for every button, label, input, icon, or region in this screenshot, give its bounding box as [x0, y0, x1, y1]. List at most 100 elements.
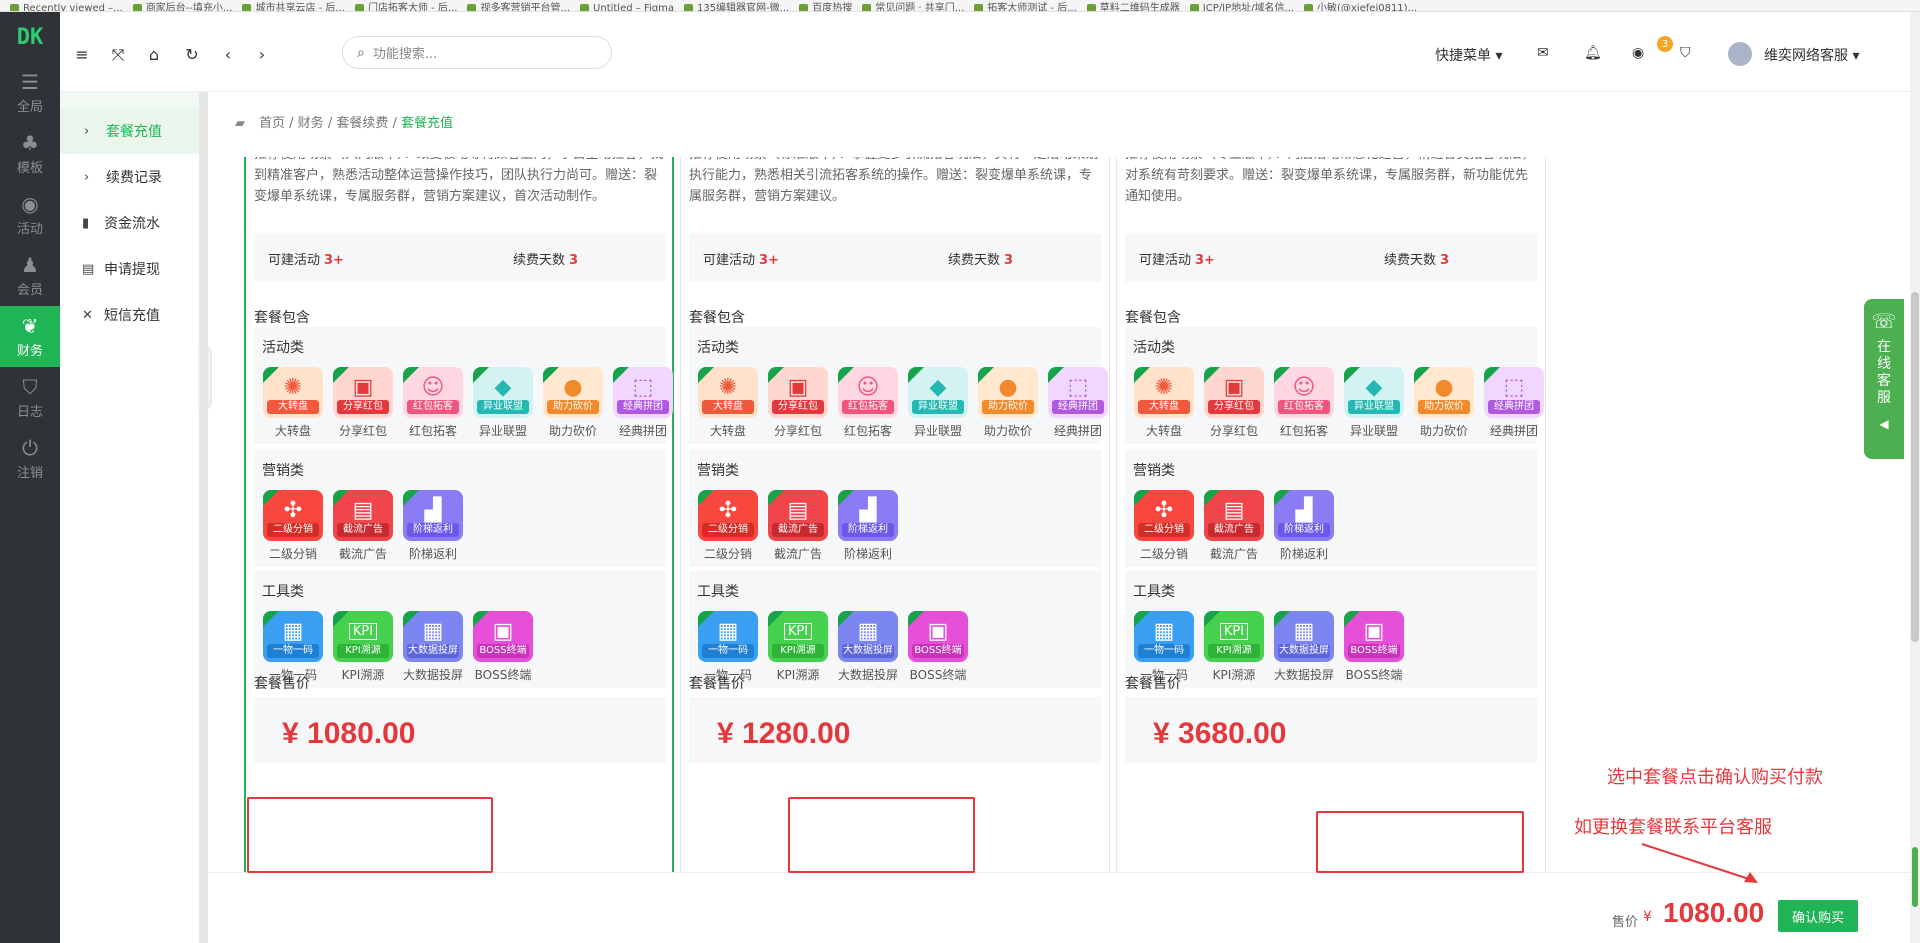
feature-分享红包[interactable]: ▣ 分享红包 分享红包	[332, 367, 394, 439]
nav-member[interactable]: ♟ 会员	[0, 245, 60, 306]
avatar[interactable]	[1728, 42, 1752, 66]
bell-icon[interactable]: 🔔︎	[1584, 45, 1602, 61]
feature-异业联盟[interactable]: ◆ 异业联盟 异业联盟	[472, 367, 534, 439]
feature-KPI溯源[interactable]: KPI KPI溯源 KPI溯源	[1203, 611, 1265, 683]
forward-icon[interactable]: ›	[252, 45, 272, 64]
feature-截流广告[interactable]: ▤ 截流广告 截流广告	[767, 490, 829, 562]
price-label: 售价	[1612, 915, 1639, 930]
nav-activity[interactable]: ◉ 活动	[0, 184, 60, 245]
fullscreen-icon[interactable]: ⤧	[108, 45, 128, 65]
feature-异业联盟[interactable]: ◆ 异业联盟 异业联盟	[907, 367, 969, 439]
feature-大转盘[interactable]: ✺ 大转盘 大转盘	[697, 367, 759, 439]
feature-分享红包[interactable]: ▣ 分享红包 分享红包	[1203, 367, 1265, 439]
nav-finance[interactable]: ❦ 财务	[0, 306, 60, 367]
submenu-fund-flow[interactable]: ▮ 资金流水	[60, 200, 199, 246]
feature-BOSS终端[interactable]: ▣ BOSS终端 BOSS终端	[1343, 611, 1405, 683]
feature-阶梯返利[interactable]: ▟ 阶梯返利 阶梯返利	[402, 490, 464, 562]
feature-红包拓客[interactable]: ☺ 红包拓客 红包拓客	[1273, 367, 1335, 439]
bookmark-item[interactable]: 小敏(@xiefei0811)...	[1304, 4, 1417, 11]
bookmark-label: Recently viewed –...	[23, 3, 123, 12]
breadcrumb-renew[interactable]: 套餐续费	[336, 116, 388, 131]
feature-大数据投屏[interactable]: ▦ 大数据投屏 大数据投屏	[837, 611, 899, 683]
withdraw-request-icon: ▤	[82, 261, 95, 277]
nav-log[interactable]: ⛉ 日志	[0, 367, 60, 428]
feature-BOSS终端[interactable]: ▣ BOSS终端 BOSS终端	[472, 611, 534, 683]
plan-card[interactable]: 推荐使用场景（标准版本）：掌握更多引流拓客玩法，具有一定活动策划执行能力，熟悉相…	[680, 157, 1110, 872]
menu-toggle-icon[interactable]: ≡	[72, 45, 92, 64]
bookmark-item[interactable]: 草料二维码生成器	[1086, 4, 1180, 11]
bookmark-item[interactable]: 135编辑器官网-微...	[683, 4, 789, 11]
corner-badge	[263, 490, 279, 506]
feature-阶梯返利[interactable]: ▟ 阶梯返利 阶梯返利	[1273, 490, 1335, 562]
feature-经典拼团[interactable]: ⬚ 经典拼团 经典拼团	[612, 367, 674, 439]
feature-大转盘[interactable]: ✺ 大转盘 大转盘	[262, 367, 324, 439]
submenu-sms-recharge[interactable]: ✕ 短信充值	[60, 292, 199, 338]
quick-menu-dropdown[interactable]: 快捷菜单 ▾	[1435, 45, 1502, 65]
plan-card[interactable]: 推荐使用场景（专业版本）：门店活动常态化运营，精通各类拓客玩法，对系统有苛刻要求…	[1116, 157, 1546, 872]
feature-BOSS终端[interactable]: ▣ BOSS终端 BOSS终端	[907, 611, 969, 683]
shield-check-icon[interactable]: ⛉	[1680, 45, 1691, 61]
function-search-input[interactable]: ⌕ 功能搜索...	[342, 36, 612, 69]
feature-分享红包[interactable]: ▣ 分享红包 分享红包	[767, 367, 829, 439]
nav-logout[interactable]: ⏻ 注销	[0, 428, 60, 489]
feature-icon: ✣	[718, 498, 738, 523]
confirm-purchase-button[interactable]: 确认购买	[1778, 900, 1858, 932]
feature-截流广告[interactable]: ▤ 截流广告 截流广告	[332, 490, 394, 562]
user-menu-dropdown[interactable]: 维奕网络客服 ▾	[1764, 45, 1859, 65]
submenu-renewal-records[interactable]: › 续费记录	[60, 154, 199, 200]
feature-截流广告[interactable]: ▤ 截流广告 截流广告	[1203, 490, 1265, 562]
bookmark-item[interactable]: 拓客大师测试 - 后...	[974, 4, 1077, 11]
back-icon[interactable]: ‹	[218, 45, 238, 64]
feature-大转盘[interactable]: ✺ 大转盘 大转盘	[1133, 367, 1195, 439]
mail-icon[interactable]: ✉	[1537, 45, 1549, 61]
feature-二级分销[interactable]: ✣ 二级分销 二级分销	[1133, 490, 1195, 562]
fund-flow-icon: ▮	[82, 215, 90, 231]
category-icons: ✺ 大转盘 大转盘 ▣ 分享红包 分享红包 ☺ 红包拓客 红包拓客 ◆ 异业联盟 异业联盟 ● 助力砍价助…	[697, 367, 1117, 439]
feature-icon: ▦	[857, 619, 879, 644]
breadcrumb-home[interactable]: 首页	[259, 116, 285, 131]
user-circle-icon[interactable]: ◉	[1632, 45, 1644, 61]
bookmark-item[interactable]: 门店拓客大师 - 后...	[354, 4, 457, 11]
feature-strip: 助力砍价	[547, 400, 599, 414]
feature-经典拼团[interactable]: ⬚ 经典拼团 经典拼团	[1483, 367, 1545, 439]
feature-二级分销[interactable]: ✣ 二级分销 二级分销	[262, 490, 324, 562]
refresh-icon[interactable]: ↻	[182, 45, 202, 64]
feature-大数据投屏[interactable]: ▦ 大数据投屏 大数据投屏	[402, 611, 464, 683]
feature-阶梯返利[interactable]: ▟ 阶梯返利 阶梯返利	[837, 490, 899, 562]
notification-badge: 3	[1657, 36, 1673, 52]
nav-template[interactable]: ♣ 模板	[0, 123, 60, 184]
price-title: 套餐售价	[689, 676, 745, 692]
feature-异业联盟[interactable]: ◆ 异业联盟 异业联盟	[1343, 367, 1405, 439]
bookmark-favicon-icon	[580, 4, 590, 11]
feature-strip: BOSS终端	[477, 644, 529, 658]
bookmark-item[interactable]: 常见问题 · 共享门...	[862, 4, 964, 11]
bookmark-item[interactable]: 百度热搜	[799, 4, 852, 11]
feature-红包拓客[interactable]: ☺ 红包拓客 红包拓客	[837, 367, 899, 439]
bookmark-item[interactable]: Recently viewed –...	[10, 3, 123, 12]
feature-助力砍价[interactable]: ● 助力砍价 助力砍价	[542, 367, 604, 439]
home-icon[interactable]: ⌂	[144, 45, 164, 64]
breadcrumb-finance[interactable]: 财务	[298, 116, 324, 131]
submenu-withdraw-request[interactable]: ▤ 申请提现	[60, 246, 199, 292]
bookmark-item[interactable]: ICP/IP地址/域名信...	[1189, 4, 1294, 11]
bookmark-item[interactable]: 视多客营销平台管...	[467, 4, 570, 11]
bookmark-item[interactable]: Untitled – Figma	[580, 4, 674, 11]
plan-card[interactable]: 推荐使用场景（入门版本）：改变被动等待顾客上门，学会主动拉客，找到精准客户，熟悉…	[244, 157, 674, 872]
bookmark-item[interactable]: 商家后台--填充小...	[132, 4, 232, 11]
online-service-tab[interactable]: ☏ 在线客服 ◀	[1864, 299, 1904, 459]
feature-二级分销[interactable]: ✣ 二级分销 二级分销	[697, 490, 759, 562]
finance-submenu: ⇥账户充值⚑套餐续费⌃›套餐充值›续费记录▮资金流水▤申请提现✕短信充值	[60, 12, 200, 943]
feature-label: 大转盘	[1145, 424, 1182, 438]
scrollbar[interactable]	[1910, 12, 1920, 943]
bookmark-item[interactable]: 城市共享云店 - 后...	[242, 4, 345, 11]
activity-count: 可建活动 3+	[268, 249, 513, 268]
feature-大数据投屏[interactable]: ▦ 大数据投屏 大数据投屏	[1273, 611, 1335, 683]
feature-助力砍价[interactable]: ● 助力砍价 助力砍价	[1413, 367, 1475, 439]
feature-KPI溯源[interactable]: KPI KPI溯源 KPI溯源	[767, 611, 829, 683]
feature-KPI溯源[interactable]: KPI KPI溯源 KPI溯源	[332, 611, 394, 683]
feature-经典拼团[interactable]: ⬚ 经典拼团 经典拼团	[1047, 367, 1109, 439]
submenu-plan-recharge[interactable]: › 套餐充值	[60, 108, 199, 154]
feature-红包拓客[interactable]: ☺ 红包拓客 红包拓客	[402, 367, 464, 439]
feature-助力砍价[interactable]: ● 助力砍价 助力砍价	[977, 367, 1039, 439]
nav-global[interactable]: ☰ 全局	[0, 62, 60, 123]
